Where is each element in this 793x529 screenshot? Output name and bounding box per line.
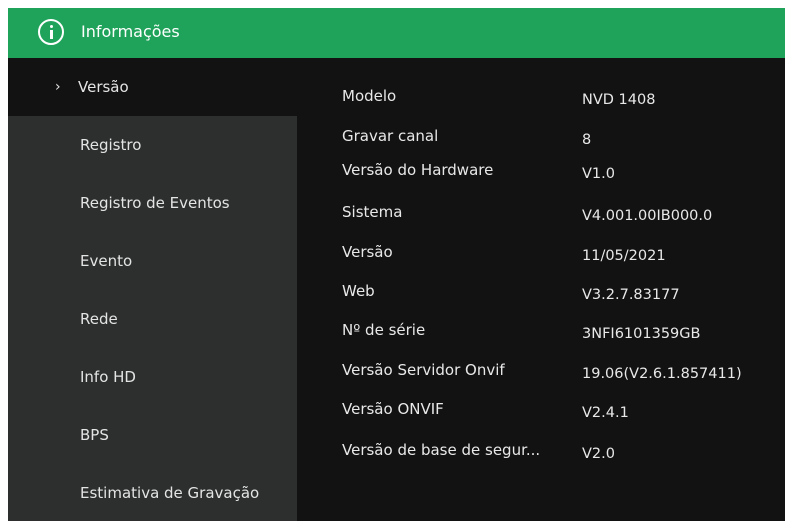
info-row-sistema: Sistema V4.001.00IB000.0 <box>297 197 785 227</box>
sidebar-item-rede[interactable]: Rede <box>8 290 297 348</box>
window-title: Informações <box>81 22 180 41</box>
info-key: Sistema <box>342 203 403 221</box>
info-row-versao-onvif: Versão ONVIF V2.4.1 <box>297 394 785 424</box>
title-bar: Informações <box>8 8 785 58</box>
info-row-versao-hardware: Versão do Hardware V1.0 <box>297 155 785 185</box>
info-icon <box>38 19 64 45</box>
info-row-modelo: Modelo NVD 1408 <box>297 81 785 111</box>
info-value: V3.2.7.83177 <box>582 287 680 303</box>
sidebar-item-info-hd[interactable]: Info HD <box>8 348 297 406</box>
sidebar-item-label: Registro de Eventos <box>80 194 230 212</box>
info-key: Nº de série <box>342 321 426 339</box>
chevron-right-icon: › <box>55 79 61 95</box>
info-value: V2.0 <box>582 446 615 462</box>
sidebar: › Versão Registro Registro de Eventos Ev… <box>8 58 297 521</box>
info-value: 11/05/2021 <box>582 248 666 264</box>
info-row-gravar-canal: Gravar canal 8 <box>297 121 785 151</box>
sidebar-item-label: Registro <box>80 136 142 154</box>
info-key: Modelo <box>342 87 397 105</box>
info-key: Gravar canal <box>342 127 439 145</box>
sidebar-item-label: Info HD <box>80 368 136 386</box>
info-row-web: Web V3.2.7.83177 <box>297 276 785 306</box>
info-row-versao: Versão 11/05/2021 <box>297 237 785 267</box>
info-key: Versão ONVIF <box>342 400 444 418</box>
sidebar-item-label: Estimativa de Gravação <box>80 484 260 502</box>
sidebar-item-label: Evento <box>80 252 133 270</box>
info-key: Versão de base de segur... <box>342 441 541 459</box>
sidebar-item-registro-de-eventos[interactable]: Registro de Eventos <box>8 174 297 232</box>
info-row-versao-servidor-onvif: Versão Servidor Onvif 19.06(V2.6.1.85741… <box>297 355 785 385</box>
sidebar-item-label: Versão <box>78 78 129 96</box>
info-value: V4.001.00IB000.0 <box>582 208 713 224</box>
info-key: Web <box>342 282 375 300</box>
info-key: Versão Servidor Onvif <box>342 361 505 379</box>
version-info-panel: Modelo NVD 1408 Gravar canal 8 Versão do… <box>297 58 785 521</box>
info-row-versao-base-seguranca: Versão de base de segur... V2.0 <box>297 435 785 465</box>
info-value: V1.0 <box>582 166 615 182</box>
sidebar-item-estimativa-de-gravacao[interactable]: Estimativa de Gravação <box>8 464 297 522</box>
info-key: Versão <box>342 243 393 261</box>
sidebar-item-evento[interactable]: Evento <box>8 232 297 290</box>
information-window: Informações › Versão Registro Registro d… <box>8 8 785 521</box>
info-row-numero-serie: Nº de série 3NFI6101359GB <box>297 315 785 345</box>
sidebar-item-bps[interactable]: BPS <box>8 406 297 464</box>
info-key: Versão do Hardware <box>342 161 494 179</box>
info-value: 8 <box>582 132 592 148</box>
info-value: NVD 1408 <box>582 92 656 108</box>
sidebar-item-registro[interactable]: Registro <box>8 116 297 174</box>
sidebar-item-versao[interactable]: › Versão <box>8 58 297 116</box>
sidebar-item-label: BPS <box>80 426 109 444</box>
info-value: 3NFI6101359GB <box>582 326 701 342</box>
info-value: V2.4.1 <box>582 405 629 421</box>
sidebar-item-label: Rede <box>80 310 118 328</box>
info-value: 19.06(V2.6.1.857411) <box>582 366 742 382</box>
